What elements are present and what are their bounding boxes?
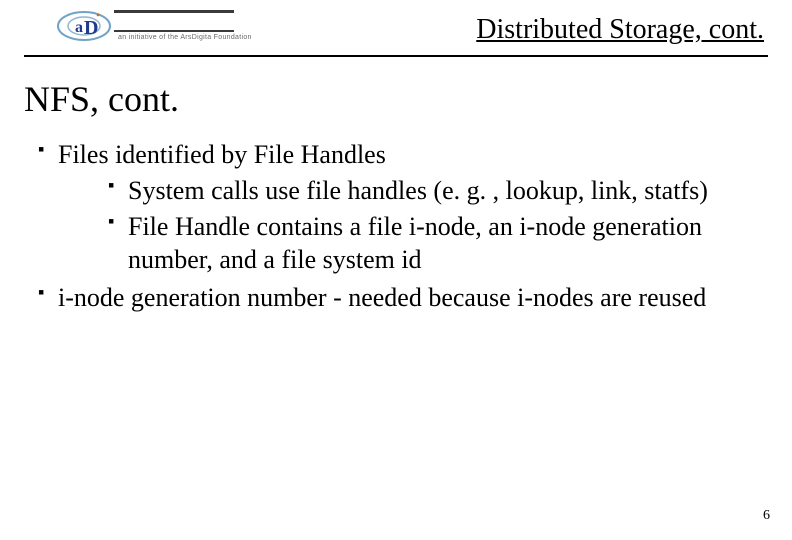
bullet-text: File Handle contains a file i-node, an i…	[128, 212, 702, 275]
list-item: System calls use file handles (e. g. , l…	[108, 174, 762, 208]
list-item: File Handle contains a file i-node, an i…	[108, 210, 762, 278]
bullet-text: System calls use file handles (e. g. , l…	[128, 176, 708, 205]
slide-header: a D an initiative of the ArsDigita Found…	[0, 0, 792, 58]
bullet-text: i-node generation number - needed becaus…	[58, 283, 706, 312]
logo-icon: a D	[54, 6, 114, 46]
bullet-text: Files identified by File Handles	[58, 140, 386, 169]
page-number: 6	[763, 508, 770, 524]
bullet-sublist: System calls use file handles (e. g. , l…	[58, 174, 762, 277]
content-area: Files identified by File Handles System …	[38, 138, 762, 319]
svg-text:a: a	[75, 19, 83, 36]
header-rule	[24, 55, 768, 57]
bullet-list: Files identified by File Handles System …	[38, 138, 762, 315]
logo-divider-bottom	[114, 30, 234, 32]
header-title: Distributed Storage, cont.	[476, 14, 764, 46]
logo-tagline: an initiative of the ArsDigita Foundatio…	[118, 34, 252, 41]
logo-divider-top	[114, 10, 234, 13]
slide: a D an initiative of the ArsDigita Found…	[0, 0, 792, 540]
list-item: Files identified by File Handles System …	[38, 138, 762, 277]
section-title: NFS, cont.	[24, 78, 179, 120]
list-item: i-node generation number - needed becaus…	[38, 281, 762, 315]
svg-text:D: D	[84, 17, 98, 39]
